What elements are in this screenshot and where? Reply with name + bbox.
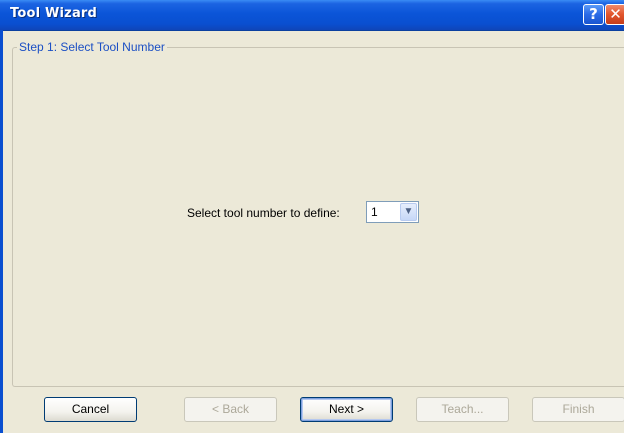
back-button[interactable]: < Back bbox=[184, 397, 277, 422]
tool-number-value: 1 bbox=[371, 205, 378, 219]
step-group-label: Step 1: Select Tool Number bbox=[17, 40, 167, 54]
tool-wizard-dialog: Tool Wizard ? ✕ Step 1: Select Tool Numb… bbox=[0, 0, 624, 433]
tool-number-select[interactable]: 1 ▼ bbox=[366, 201, 419, 223]
title-bar[interactable]: Tool Wizard ? ✕ bbox=[0, 0, 624, 31]
chevron-down-icon[interactable]: ▼ bbox=[400, 203, 417, 221]
next-button[interactable]: Next > bbox=[300, 397, 393, 422]
teach-button[interactable]: Teach... bbox=[416, 397, 509, 422]
cancel-button[interactable]: Cancel bbox=[44, 397, 137, 422]
close-icon[interactable]: ✕ bbox=[605, 4, 624, 25]
tool-number-label: Select tool number to define: bbox=[187, 206, 340, 220]
window-title: Tool Wizard bbox=[10, 6, 98, 21]
window-frame-left bbox=[0, 30, 3, 433]
finish-button[interactable]: Finish bbox=[532, 397, 624, 422]
help-icon[interactable]: ? bbox=[583, 4, 604, 25]
